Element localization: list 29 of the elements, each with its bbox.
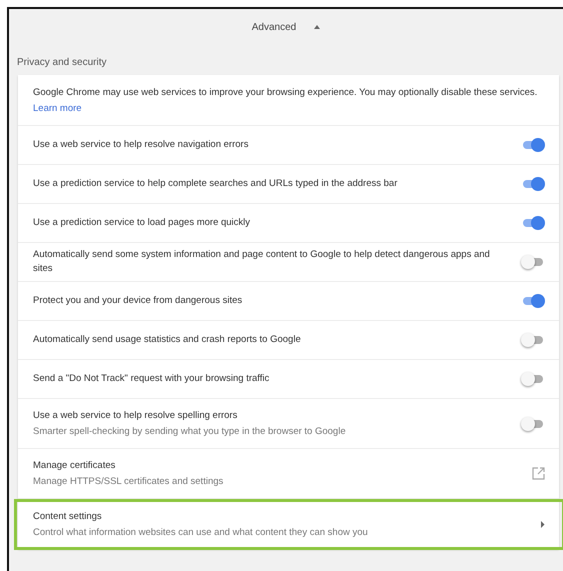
setting-label: Use a web service to help resolve spelling errors bbox=[33, 409, 238, 423]
toggle-switch[interactable] bbox=[521, 138, 545, 152]
setting-label: Automatically send usage statistics and crash reports to Google bbox=[33, 333, 302, 347]
toggle-switch[interactable] bbox=[521, 294, 545, 308]
settings-row[interactable]: Manage certificates Manage HTTPS/SSL certificates and settings bbox=[18, 449, 559, 498]
toggle-switch[interactable] bbox=[521, 255, 545, 269]
toggle-switch[interactable] bbox=[521, 372, 545, 386]
setting-label: Protect you and your device from dangerous sites bbox=[33, 294, 244, 308]
setting-label: Content settings bbox=[33, 510, 103, 524]
setting-label: Send a "Do Not Track" request with your browsing traffic bbox=[33, 372, 270, 386]
setting-label: Manage certificates bbox=[33, 459, 116, 473]
setting-description: Smarter spell-checking by sending what you type in the browser to Google bbox=[33, 426, 347, 438]
setting-label: Use a prediction service to load pages more quickly bbox=[33, 216, 252, 230]
toggle-switch[interactable] bbox=[521, 416, 545, 430]
toggle-switch[interactable] bbox=[521, 177, 545, 191]
intro-text: Google Chrome may use web services to improve your browsing experience. You may optionally disable these services. Learn more bbox=[18, 75, 559, 126]
setting-description: Manage HTTPS/SSL certificates and settings bbox=[33, 476, 224, 488]
external-link-icon[interactable] bbox=[532, 467, 545, 480]
setting-label: Use a prediction service to help complete searches and URLs typed in the address bar bbox=[33, 177, 398, 191]
section-title: Privacy and security bbox=[16, 56, 108, 69]
advanced-toggle[interactable]: Advanced bbox=[248, 20, 324, 34]
chevron-right-icon[interactable] bbox=[540, 521, 545, 528]
settings-row[interactable]: Content settings Control what information websites can use and what content they can show you bbox=[15, 500, 563, 549]
setting-label: Automatically send some system information and page content to Google to help detect dangerous apps and sites bbox=[33, 248, 491, 276]
toggle-switch[interactable] bbox=[521, 216, 545, 230]
toggle-switch[interactable] bbox=[521, 333, 545, 347]
setting-description: Control what information websites can use and what content they can show you bbox=[33, 527, 369, 539]
setting-label: Use a web service to help resolve navigation errors bbox=[33, 138, 250, 152]
learn-more-link[interactable]: Learn more bbox=[33, 103, 82, 114]
